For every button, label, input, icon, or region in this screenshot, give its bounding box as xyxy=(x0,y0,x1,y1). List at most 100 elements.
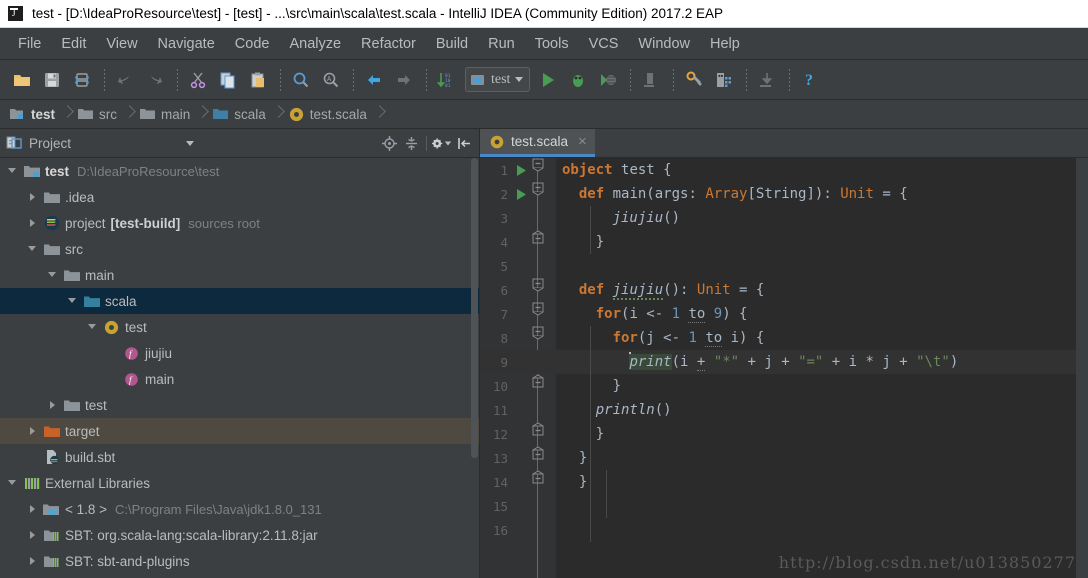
stop-icon[interactable] xyxy=(637,66,665,94)
editor-gutter[interactable]: 1 2 3 4 5 6 7 8 9 10 11 12 13 14 15 16 xyxy=(480,158,556,578)
tree-node-scala[interactable]: scala xyxy=(0,288,479,314)
tree-node-main[interactable]: f main xyxy=(0,366,479,392)
menu-item-vcs[interactable]: VCS xyxy=(579,33,629,55)
breadcrumb-item-main[interactable]: main xyxy=(136,107,192,122)
fold-marker-icon[interactable] xyxy=(532,326,554,350)
fold-marker-icon[interactable] xyxy=(532,278,554,302)
fold-marker-icon[interactable] xyxy=(532,422,554,446)
project-panel-title[interactable]: Project xyxy=(6,135,71,151)
code-editor[interactable]: 1 2 3 4 5 6 7 8 9 10 11 12 13 14 15 16 object test { de… xyxy=(480,158,1088,578)
menu-item-edit[interactable]: Edit xyxy=(51,33,96,55)
breadcrumb-item-scala[interactable]: scala xyxy=(209,107,268,122)
chevron-down-icon[interactable] xyxy=(24,236,42,262)
cut-icon[interactable] xyxy=(184,66,212,94)
gutter-line-2[interactable]: 2 xyxy=(480,182,556,206)
fold-marker-icon[interactable] xyxy=(532,230,554,254)
chevron-down-icon[interactable] xyxy=(4,470,22,496)
tree-node-test[interactable]: test xyxy=(0,314,479,340)
tree-node-build-sbt[interactable]: build.sbt xyxy=(0,444,479,470)
menu-item-tools[interactable]: Tools xyxy=(525,33,579,55)
menu-item-analyze[interactable]: Analyze xyxy=(279,33,351,55)
gutter-line-3[interactable]: 3 xyxy=(480,206,556,230)
menu-item-run[interactable]: Run xyxy=(478,33,525,55)
gutter-line-7[interactable]: 7 xyxy=(480,302,556,326)
fold-marker-icon[interactable] xyxy=(532,470,554,494)
tree-node--idea[interactable]: .idea xyxy=(0,184,479,210)
open-icon[interactable] xyxy=(8,66,36,94)
chevron-right-icon[interactable] xyxy=(44,392,62,418)
undo-icon[interactable] xyxy=(111,66,139,94)
gutter-line-5[interactable]: 5 xyxy=(480,254,556,278)
sort-icon[interactable]: 01 10 01 xyxy=(433,66,461,94)
run-with-coverage-icon[interactable] xyxy=(594,66,622,94)
chevron-down-icon[interactable] xyxy=(44,262,62,288)
chevron-right-icon[interactable] xyxy=(24,522,42,548)
replace-icon[interactable]: A xyxy=(317,66,345,94)
menu-item-code[interactable]: Code xyxy=(225,33,280,55)
gutter-line-15[interactable]: 15 xyxy=(480,494,556,518)
chevron-right-icon[interactable] xyxy=(24,548,42,574)
chevron-right-icon[interactable] xyxy=(24,418,42,444)
code-line-14[interactable]: } xyxy=(556,470,1088,494)
gutter-line-14[interactable]: 14 xyxy=(480,470,556,494)
chevron-down-icon[interactable] xyxy=(84,314,102,340)
gutter-line-8[interactable]: 8 xyxy=(480,326,556,350)
gutter-line-16[interactable]: 16 xyxy=(480,518,556,542)
project-tree[interactable]: test D:\IdeaProResource\test .idea project[… xyxy=(0,158,479,578)
fold-marker-icon[interactable] xyxy=(532,182,554,206)
tree-node-sbt-sbt-and-plugins[interactable]: SBT: sbt-and-plugins xyxy=(0,548,479,574)
help-icon[interactable]: ? xyxy=(796,66,824,94)
save-all-icon[interactable] xyxy=(38,66,66,94)
gutter-line-9[interactable]: 9 xyxy=(480,350,556,374)
menu-item-help[interactable]: Help xyxy=(700,33,750,55)
menu-item-view[interactable]: View xyxy=(96,33,147,55)
fold-marker-icon[interactable] xyxy=(532,158,554,182)
code-line-10[interactable]: } xyxy=(556,374,1088,398)
gutter-line-12[interactable]: 12 xyxy=(480,422,556,446)
menu-item-navigate[interactable]: Navigate xyxy=(148,33,225,55)
tree-scrollbar[interactable] xyxy=(470,158,479,578)
run-icon[interactable] xyxy=(534,66,562,94)
back-icon[interactable] xyxy=(360,66,388,94)
hide-icon[interactable] xyxy=(454,133,474,153)
project-panel-chevron-down-icon[interactable] xyxy=(186,140,195,146)
code-line-3[interactable]: jiujiu() xyxy=(556,206,1088,230)
code-line-13[interactable]: } xyxy=(556,446,1088,470)
tree-node-test[interactable]: test D:\IdeaProResource\test xyxy=(0,158,479,184)
fold-marker-icon[interactable] xyxy=(532,446,554,470)
code-line-4[interactable]: } xyxy=(556,230,1088,254)
tree-node-main[interactable]: main xyxy=(0,262,479,288)
chevron-right-icon[interactable] xyxy=(24,210,42,236)
editor-marker-strip[interactable] xyxy=(1076,158,1088,578)
code-line-2[interactable]: def main(args: Array[String]): Unit = { xyxy=(556,182,1088,206)
gear-chevron-down-icon[interactable] xyxy=(444,141,452,145)
run-gutter-icon[interactable] xyxy=(510,182,532,206)
paste-icon[interactable] xyxy=(244,66,272,94)
debug-icon[interactable] xyxy=(564,66,592,94)
breadcrumb-item-test-scala[interactable]: test.scala xyxy=(285,107,369,122)
code-line-15[interactable] xyxy=(556,494,1088,518)
gutter-line-6[interactable]: 6 xyxy=(480,278,556,302)
fold-marker-icon[interactable] xyxy=(532,302,554,326)
tree-node-jiujiu[interactable]: f jiujiu xyxy=(0,340,479,366)
code-line-5[interactable] xyxy=(556,254,1088,278)
gutter-line-10[interactable]: 10 xyxy=(480,374,556,398)
settings-gear-icon[interactable] xyxy=(432,133,452,153)
tree-node-target[interactable]: target xyxy=(0,418,479,444)
code-line-9[interactable]: print(i + "*" + j + "=" + i * j + "\t") xyxy=(556,350,1088,374)
gutter-line-1[interactable]: 1 xyxy=(480,158,556,182)
code-line-6[interactable]: def jiujiu(): Unit = { xyxy=(556,278,1088,302)
code-line-16[interactable] xyxy=(556,518,1088,542)
code-line-8[interactable]: for(j <- 1 to i) { xyxy=(556,326,1088,350)
code-line-12[interactable]: } xyxy=(556,422,1088,446)
code-line-7[interactable]: for(i <- 1 to 9) { xyxy=(556,302,1088,326)
code-content[interactable]: object test { def main(args: Array[Strin… xyxy=(556,158,1088,578)
gutter-line-4[interactable]: 4 xyxy=(480,230,556,254)
tree-node-external-libraries[interactable]: External Libraries xyxy=(0,470,479,496)
menu-item-window[interactable]: Window xyxy=(628,33,700,55)
sync-icon[interactable] xyxy=(68,66,96,94)
update-icon[interactable] xyxy=(753,66,781,94)
tree-node--1-8-[interactable]: < 1.8 > C:\Program Files\Java\jdk1.8.0_13… xyxy=(0,496,479,522)
collapse-all-icon[interactable] xyxy=(401,133,421,153)
locate-icon[interactable] xyxy=(379,133,399,153)
